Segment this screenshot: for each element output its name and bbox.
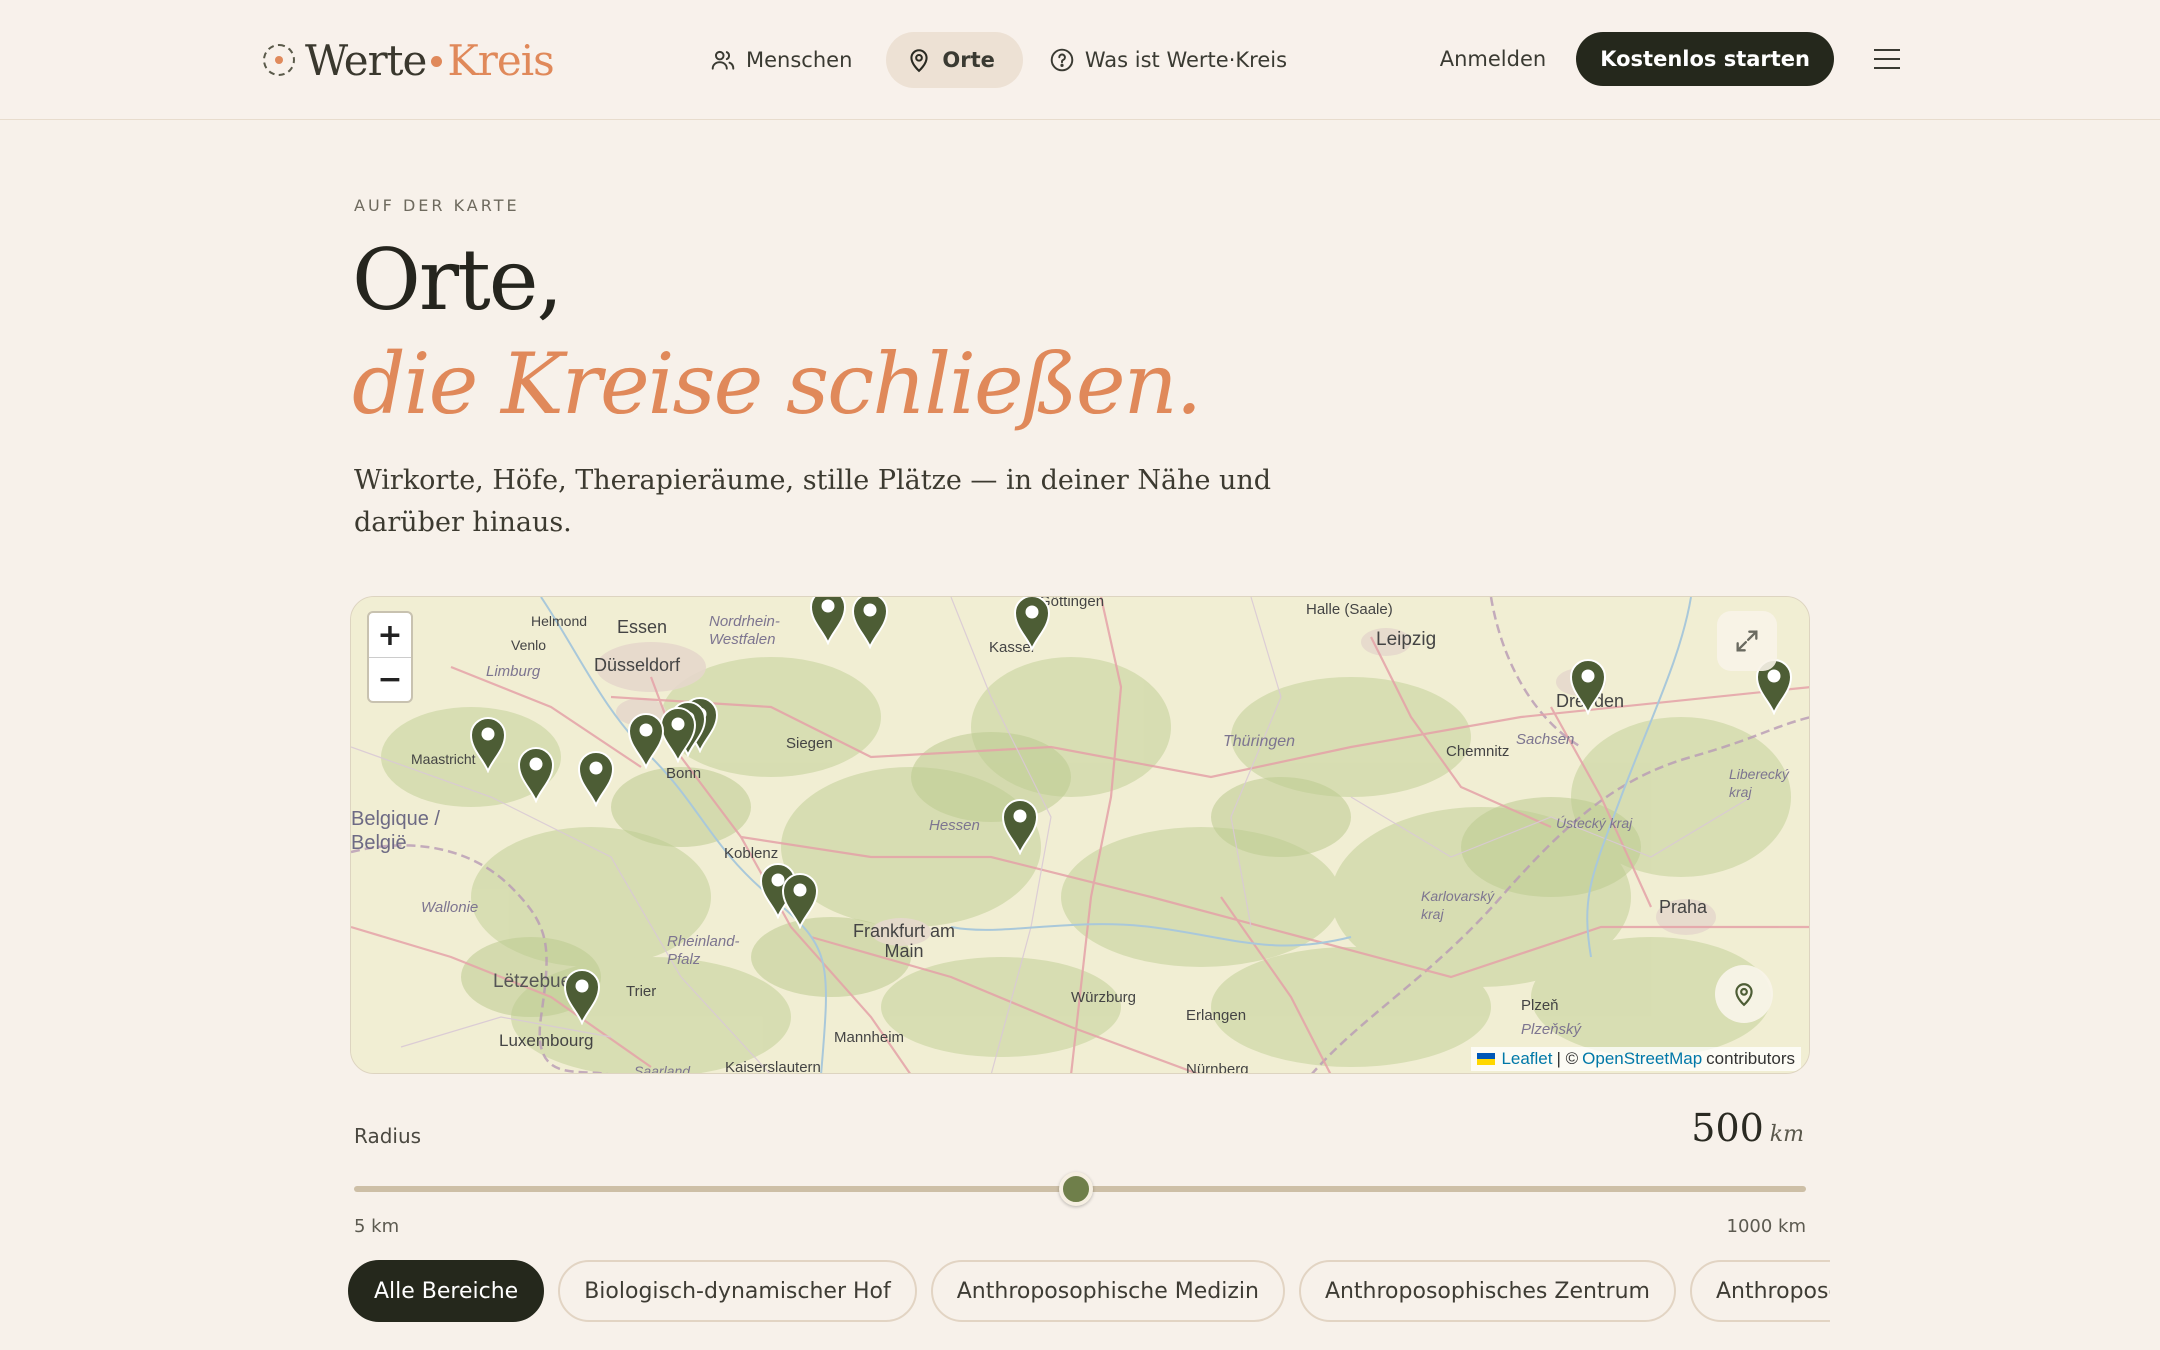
zoom-control: + − bbox=[367, 611, 413, 703]
login-link[interactable]: Anmelden bbox=[1440, 47, 1546, 71]
filter-chip[interactable]: Alle Bereiche bbox=[348, 1260, 545, 1322]
map-label: Düsseldorf bbox=[594, 655, 681, 675]
location-pin[interactable] bbox=[577, 749, 615, 807]
page-title-accent: die Kreise schließen. bbox=[352, 335, 1202, 433]
location-pin[interactable] bbox=[809, 596, 847, 645]
signup-button[interactable]: Kostenlos starten bbox=[1576, 32, 1834, 86]
map-pin-icon bbox=[1735, 983, 1753, 1007]
leaflet-link[interactable]: Leaflet bbox=[1501, 1049, 1552, 1069]
nav-item-label: Orte bbox=[942, 48, 995, 72]
map-label: Limburg bbox=[486, 663, 541, 680]
radius-min-label: 5 km bbox=[354, 1216, 400, 1237]
logo-circle-icon bbox=[263, 44, 295, 76]
map-label: Hessen bbox=[929, 817, 980, 834]
map-attribution: Leaflet | © OpenStreetMap contributors bbox=[1471, 1047, 1801, 1071]
map-label: Liberecký kraj bbox=[1729, 766, 1789, 800]
filter-chip[interactable]: Biologisch-dynamischer Hof bbox=[558, 1260, 917, 1322]
map-label: Koblenz bbox=[724, 845, 779, 862]
map-label: Chemnitz bbox=[1446, 743, 1510, 760]
location-pin[interactable] bbox=[1569, 657, 1607, 715]
help-circle-icon bbox=[1050, 48, 1074, 72]
map-label: Wallonie bbox=[421, 899, 479, 916]
map-label: Nürnberg bbox=[1186, 1061, 1249, 1074]
location-pin[interactable] bbox=[627, 711, 665, 769]
map-label: Halle (Saale) bbox=[1306, 601, 1393, 618]
nav-item-label: Was ist Werte·Kreis bbox=[1084, 48, 1288, 72]
map-label: Frankfurt am Main bbox=[852, 921, 956, 961]
map-label: Siegen bbox=[786, 735, 833, 752]
map-label: Thüringen bbox=[1223, 733, 1296, 750]
radius-slider-handle[interactable] bbox=[1059, 1172, 1094, 1206]
attribution-contributors: contributors bbox=[1706, 1049, 1795, 1068]
map-label: Sachsen bbox=[1516, 731, 1575, 748]
fullscreen-button[interactable] bbox=[1717, 611, 1777, 671]
radius-value: 500 km bbox=[1691, 1106, 1804, 1150]
map-label: Würzburg bbox=[1071, 989, 1137, 1006]
section-eyebrow: AUF DER KARTE bbox=[354, 196, 520, 215]
map-label: Karlovarský kraj bbox=[1421, 888, 1495, 922]
map-label: Trier bbox=[626, 983, 657, 1000]
ukraine-flag-icon bbox=[1477, 1053, 1496, 1065]
logo-wordmark: Werte Kreis bbox=[305, 35, 555, 85]
map-label: Belgique / België bbox=[351, 808, 440, 854]
map-label: Mannheim bbox=[834, 1029, 905, 1046]
location-pin[interactable] bbox=[469, 715, 507, 773]
map-label: Erlangen bbox=[1186, 1007, 1247, 1024]
map-label: Maastricht bbox=[411, 751, 476, 767]
location-pin[interactable] bbox=[1013, 596, 1051, 651]
location-pin[interactable] bbox=[563, 967, 601, 1025]
page-lead: Wirkorte, Höfe, Therapieräume, stille Pl… bbox=[354, 465, 1272, 538]
map-label: Helmond bbox=[531, 613, 588, 629]
map-label: Plzeň bbox=[1521, 997, 1559, 1014]
nav-item-menschen[interactable]: Menschen bbox=[690, 32, 880, 88]
nav-item-label: Menschen bbox=[746, 48, 853, 72]
radius-label: Radius bbox=[354, 1124, 422, 1148]
zoom-in-button[interactable]: + bbox=[369, 613, 411, 657]
map-label: Saarland bbox=[634, 1063, 691, 1074]
map-label: Leipzig bbox=[1376, 629, 1437, 650]
nav-item-orte[interactable]: Orte bbox=[886, 32, 1023, 88]
map-label: Venlo bbox=[511, 637, 547, 653]
osm-link[interactable]: OpenStreetMap bbox=[1582, 1049, 1702, 1069]
map-label: Rheinland-Pfalz bbox=[667, 933, 740, 968]
users-icon bbox=[711, 50, 735, 70]
zoom-out-button[interactable]: − bbox=[369, 657, 411, 701]
site-header: Werte Kreis Menschen Orte Was ist Werte·K… bbox=[0, 0, 2160, 120]
header-actions: Anmelden Kostenlos starten bbox=[1440, 32, 1900, 86]
filter-chip[interactable]: Anthroposophische Medizin bbox=[930, 1260, 1285, 1322]
map-label: Kaiserslautern bbox=[725, 1059, 821, 1074]
location-pin[interactable] bbox=[781, 871, 819, 929]
map-label: Luxembourg bbox=[499, 1031, 594, 1050]
filter-chip[interactable]: Anthroposophische bbox=[1689, 1260, 1830, 1322]
filter-chip[interactable]: Anthroposophisches Zentrum bbox=[1298, 1260, 1676, 1322]
main-nav: Menschen Orte Was ist Werte·Kreis bbox=[690, 32, 1315, 88]
page-title: Orte, bbox=[352, 231, 563, 329]
location-pin[interactable] bbox=[1001, 797, 1039, 855]
map-label: Nordrhein-Westfalen bbox=[709, 613, 780, 648]
attribution-separator: | © bbox=[1556, 1049, 1579, 1068]
locate-me-button[interactable] bbox=[1715, 965, 1773, 1023]
map-pin-icon bbox=[910, 49, 928, 73]
expand-icon bbox=[1736, 630, 1758, 652]
nav-item-was-ist[interactable]: Was ist Werte·Kreis bbox=[1029, 32, 1315, 88]
location-pin[interactable] bbox=[851, 596, 889, 649]
map-label: Bonn bbox=[666, 765, 702, 782]
radius-max-label: 1000 km bbox=[1726, 1216, 1807, 1237]
map-label: Praha bbox=[1659, 897, 1708, 917]
map-label: Essen bbox=[617, 617, 668, 637]
logo[interactable]: Werte Kreis bbox=[263, 35, 555, 85]
hamburger-menu-icon[interactable] bbox=[1874, 49, 1900, 69]
map-label: Plzeňský bbox=[1521, 1021, 1582, 1038]
map[interactable]: Helmond Venlo Limburg Essen Düsseldorf N… bbox=[350, 596, 1810, 1074]
location-pin[interactable] bbox=[517, 745, 555, 803]
map-label: Ústecký kraj bbox=[1556, 815, 1633, 831]
category-filter-list: Alle Bereiche Biologisch-dynamischer Hof A… bbox=[348, 1260, 1830, 1322]
